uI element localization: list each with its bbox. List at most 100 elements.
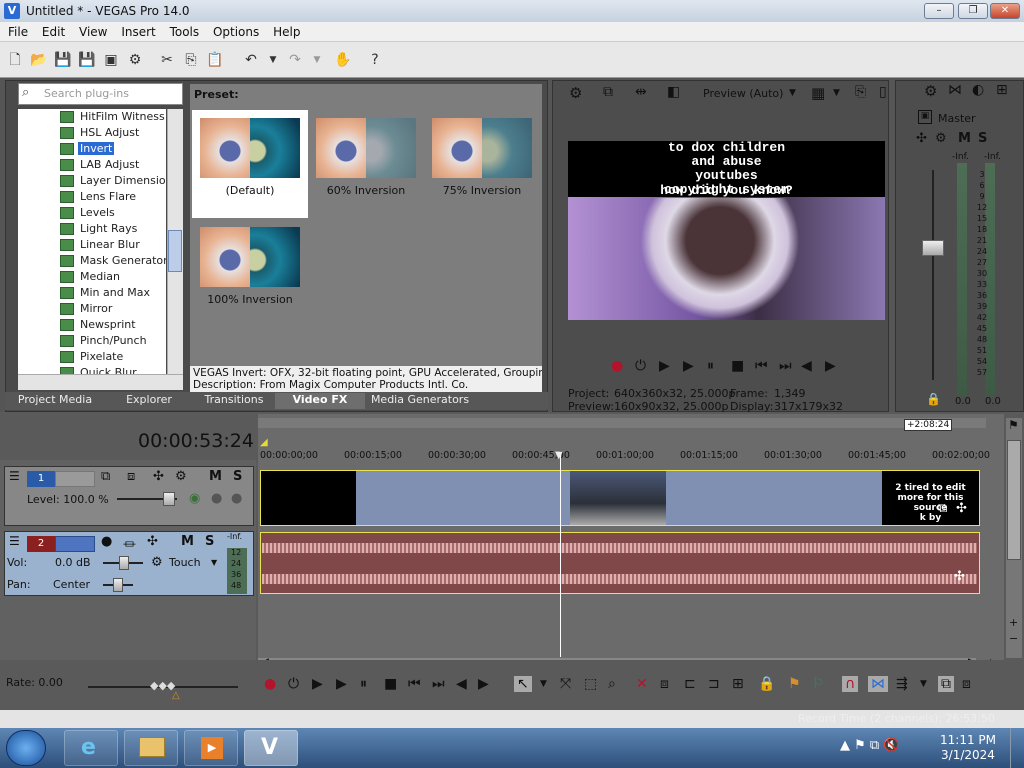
scrollbar-thumb[interactable]: [168, 230, 182, 272]
show-desktop-button[interactable]: [1010, 728, 1024, 768]
properties-gear-icon[interactable]: ⚙: [126, 51, 144, 69]
marker-bar[interactable]: [258, 418, 986, 428]
system-tray-icons[interactable]: ▲ ⚑ ⧉ 🔇: [840, 738, 900, 753]
record-icon[interactable]: ●: [264, 676, 276, 692]
chevron-down-icon[interactable]: ▼: [211, 558, 217, 567]
selection-tool-icon[interactable]: ⬚: [584, 676, 597, 692]
snapping-icon[interactable]: ∩: [842, 676, 859, 692]
automation-gear-icon[interactable]: ⚙: [151, 555, 163, 570]
pan-slider-handle[interactable]: [113, 578, 123, 592]
master-fx-icon[interactable]: ✣: [916, 131, 927, 146]
delete-icon[interactable]: ✕: [636, 676, 648, 692]
taskbar-clock[interactable]: 11:11 PM 3/1/2024: [940, 733, 996, 763]
menu-edit[interactable]: Edit: [37, 23, 70, 41]
tab-video-fx[interactable]: Video FX: [275, 393, 365, 409]
play-from-start-icon[interactable]: ▶: [312, 676, 323, 692]
undo-icon[interactable]: ↶: [242, 51, 260, 69]
render-icon[interactable]: ▣: [102, 51, 120, 69]
record-icon[interactable]: ●: [611, 358, 623, 374]
trim-icon[interactable]: ⧈: [660, 676, 669, 692]
playhead-marker-icon[interactable]: ▼: [555, 450, 563, 461]
overlays-grid-icon[interactable]: ▦: [811, 84, 825, 102]
preset-default[interactable]: (Default): [192, 110, 308, 218]
vegas-app-icon[interactable]: V: [4, 3, 20, 19]
tab-media-generators[interactable]: Media Generators: [365, 393, 475, 409]
audio-event-fx-icon[interactable]: ✣: [954, 569, 965, 584]
copy-snapshot-icon[interactable]: ⎘: [855, 84, 866, 100]
chevron-down-icon[interactable]: ▼: [540, 679, 547, 689]
child-compositing-icon[interactable]: ●: [231, 491, 242, 506]
audio-mute-button[interactable]: M: [181, 534, 194, 549]
start-button[interactable]: [6, 730, 46, 766]
open-folder-icon[interactable]: 📂: [30, 51, 48, 69]
envelope-tool-icon[interactable]: ⤧: [560, 676, 571, 692]
stop-icon[interactable]: ■: [384, 676, 397, 692]
parent-compositing-icon[interactable]: ●: [211, 491, 222, 506]
playhead-cursor[interactable]: [560, 452, 561, 657]
enable-snapping-hand-icon[interactable]: ✋: [334, 51, 352, 69]
minimize-button[interactable]: –: [924, 3, 954, 19]
plugin-list-horizontal-scrollbar[interactable]: [18, 374, 183, 390]
downmix-icon[interactable]: ⋈: [948, 82, 962, 98]
master-properties-icon[interactable]: ⚙: [935, 131, 947, 146]
video-clip-thumbnail[interactable]: [570, 471, 666, 525]
track-name-field[interactable]: [55, 471, 95, 487]
lock-envelopes-icon[interactable]: ⧉: [938, 676, 954, 692]
preview-quality-dropdown[interactable]: Preview (Auto): [703, 87, 783, 100]
timecode-display[interactable]: 00:00:53:24: [138, 430, 254, 452]
auto-crossfades-icon[interactable]: ⋈: [868, 676, 888, 692]
video-clip-black[interactable]: [261, 471, 356, 525]
previous-frame-icon[interactable]: ◀: [456, 676, 467, 692]
play-from-start-icon[interactable]: ▶: [659, 358, 670, 374]
zoom-out-icon[interactable]: −: [1009, 632, 1018, 645]
track-name-field[interactable]: [55, 536, 95, 552]
ignore-grouping-icon[interactable]: ⧈: [962, 676, 971, 692]
preset-100-inversion[interactable]: 100% Inversion: [192, 219, 308, 327]
menu-tools[interactable]: Tools: [165, 23, 205, 41]
audio-event[interactable]: [260, 532, 980, 594]
video-track-header[interactable]: ☰ 1 ⧉ ⧈ ✣ ⚙ M S Level: 100.0 % ◉ ● ●: [4, 466, 254, 526]
taskbar-media-player[interactable]: ▶: [184, 730, 238, 766]
master-solo-button[interactable]: S: [978, 131, 987, 146]
plugin-tree-list[interactable]: HitFilm Witness Pr HSL Adjust Invert LAB…: [18, 109, 166, 374]
redo-dropdown-icon[interactable]: ▼: [308, 51, 326, 69]
chevron-down-icon[interactable]: ▼: [920, 679, 927, 689]
close-button[interactable]: ✕: [990, 3, 1020, 19]
menu-help[interactable]: Help: [268, 23, 305, 41]
vol-slider-handle[interactable]: [119, 556, 129, 570]
previous-frame-icon[interactable]: ◀: [801, 358, 812, 374]
track-gear-icon[interactable]: ⚙: [175, 469, 187, 484]
trim-end-icon[interactable]: ⊐: [708, 676, 720, 692]
automation-mode[interactable]: Touch: [169, 556, 201, 569]
video-solo-button[interactable]: S: [233, 469, 242, 484]
pause-icon[interactable]: ⏸: [360, 676, 367, 692]
compositing-icon[interactable]: ⧈: [127, 469, 135, 484]
split-screen-icon[interactable]: ⇹: [635, 84, 647, 100]
loop-playback-icon[interactable]: ⏻: [288, 676, 299, 692]
input-monitor-icon[interactable]: ⏛: [123, 534, 136, 553]
menu-file[interactable]: File: [3, 23, 33, 41]
video-mute-button[interactable]: M: [209, 469, 222, 484]
preset-75-inversion[interactable]: 75% Inversion: [424, 110, 540, 218]
mixer-properties-icon[interactable]: ⊞: [996, 82, 1008, 98]
next-frame-icon[interactable]: ▶: [478, 676, 489, 692]
track-fx-icon[interactable]: ✣: [153, 469, 164, 484]
master-mute-button[interactable]: M: [958, 131, 971, 146]
event-fx-icon[interactable]: ✣: [956, 501, 967, 516]
save-as-icon[interactable]: 💾: [78, 51, 96, 69]
plugin-search-input[interactable]: Search plug-ins: [18, 83, 183, 105]
video-fx-icon[interactable]: ◧: [667, 84, 680, 100]
preview-settings-gear-icon[interactable]: ⚙: [569, 84, 582, 102]
tab-transitions[interactable]: Transitions: [193, 393, 275, 409]
mixer-settings-gear-icon[interactable]: ⚙: [924, 82, 937, 100]
lock-event-icon[interactable]: 🔒: [758, 676, 775, 692]
loop-playback-icon[interactable]: ⏻: [635, 358, 646, 374]
paste-icon[interactable]: 📋: [206, 51, 224, 69]
trim-start-icon[interactable]: ⊏: [684, 676, 696, 692]
menu-insert[interactable]: Insert: [116, 23, 160, 41]
chevron-down-icon[interactable]: ▼: [789, 88, 796, 98]
taskbar-internet-explorer[interactable]: e: [64, 730, 118, 766]
tab-project-media[interactable]: Project Media: [5, 393, 105, 409]
normal-edit-tool-icon[interactable]: ↖: [514, 676, 532, 692]
go-to-start-icon[interactable]: ⏮: [755, 358, 768, 374]
